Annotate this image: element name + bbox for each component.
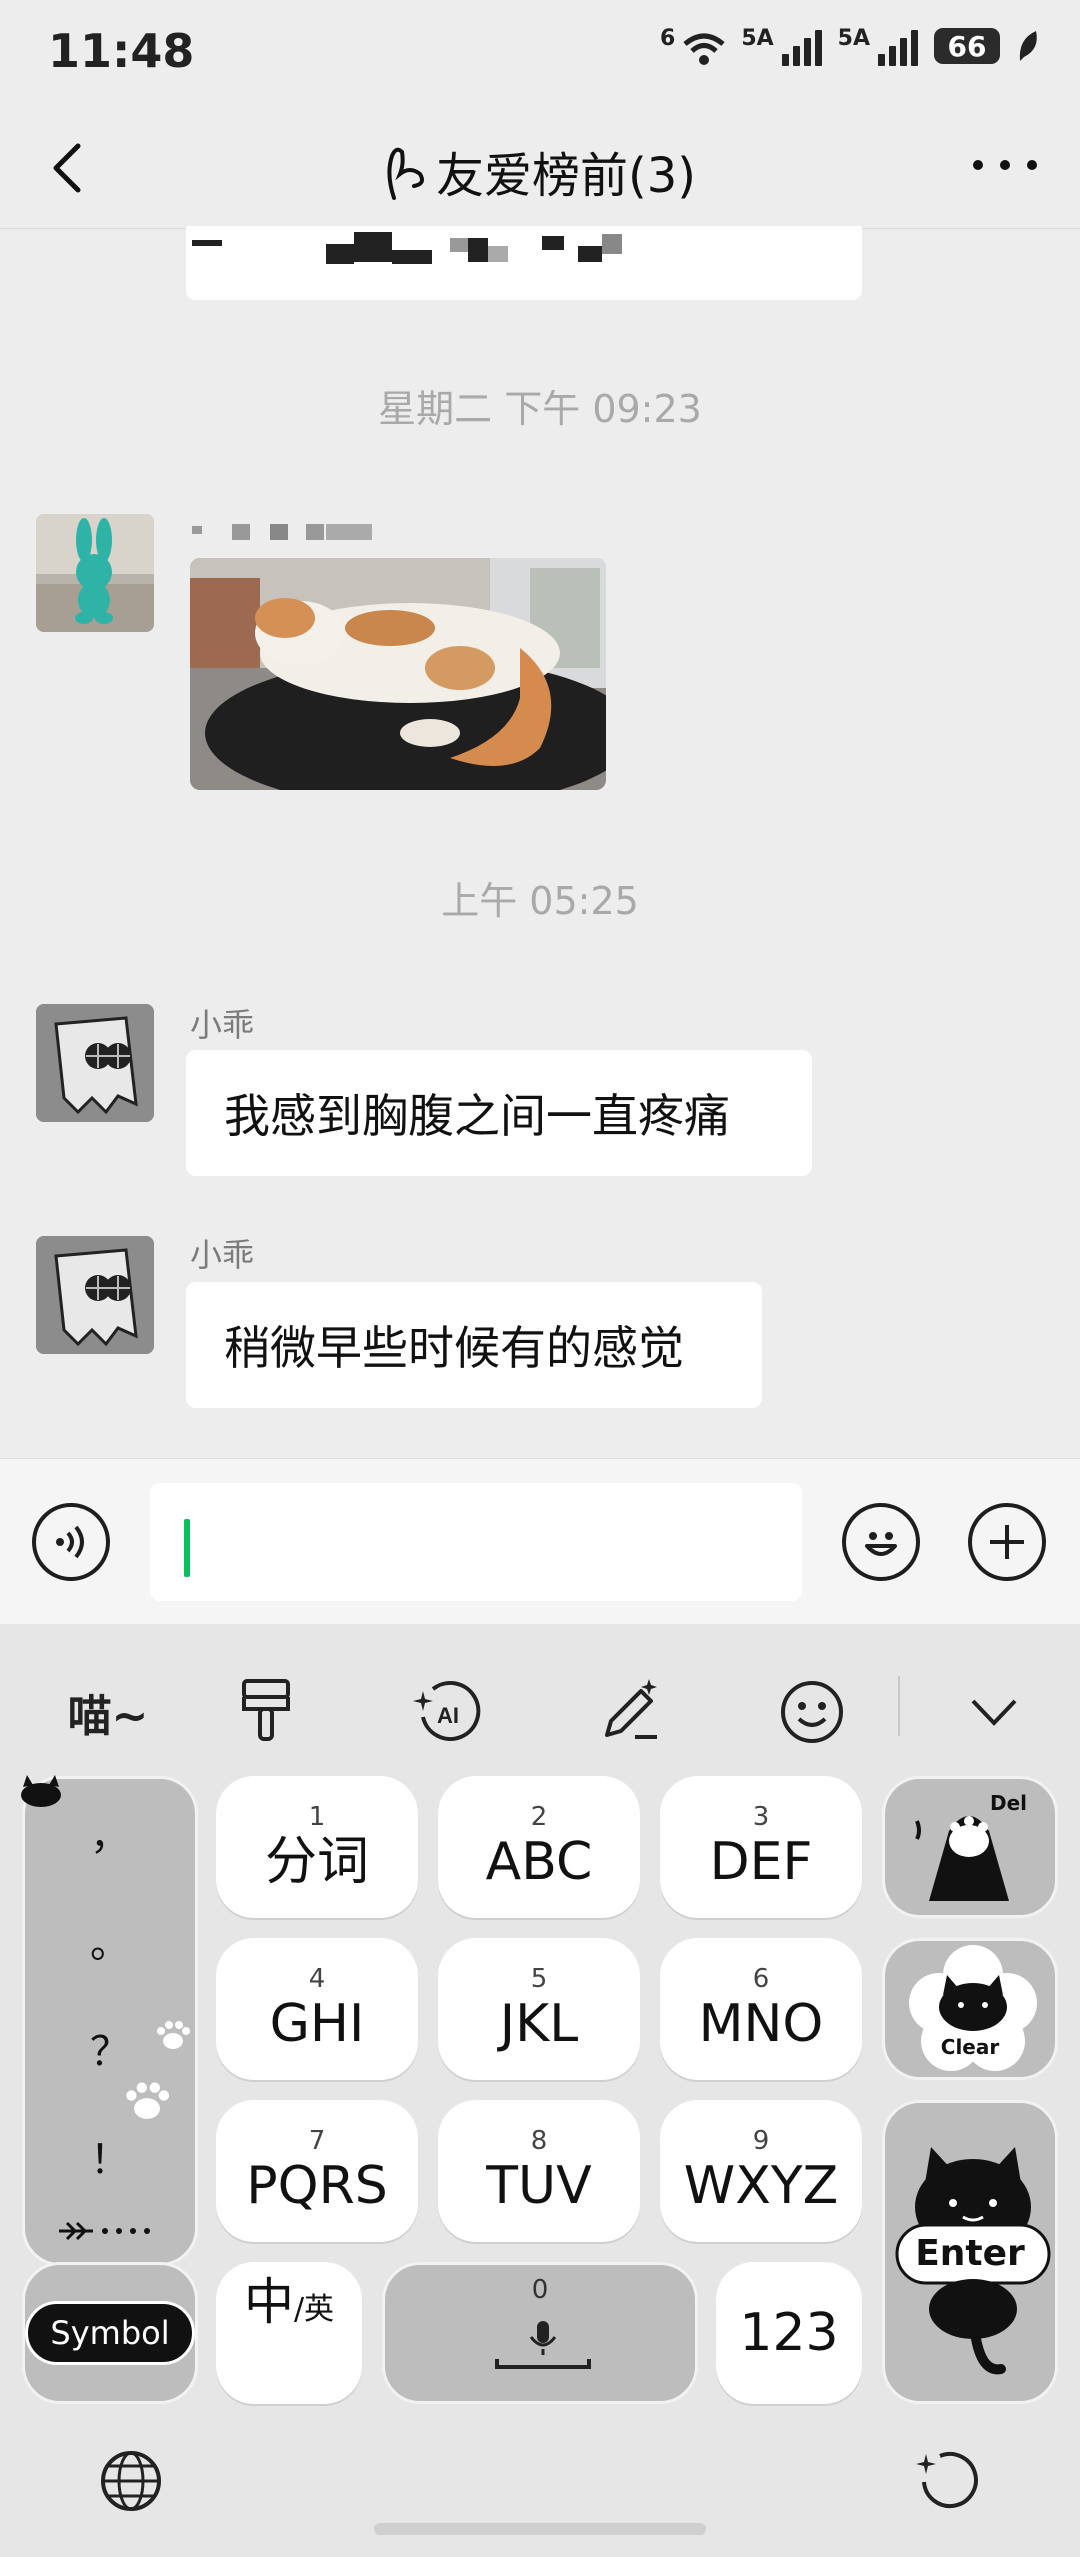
punctuation-column[interactable]: ， 。 ？ ！ xyxy=(21,1775,198,2266)
cat-photo[interactable] xyxy=(190,558,606,790)
wifi-icon: 6 xyxy=(660,26,725,66)
space-key[interactable]: 0 xyxy=(382,2262,698,2404)
chat-header: 友爱榜前(3) xyxy=(0,110,1080,229)
keyboard: 喵~ AI ， 。 ？ ！ 1 分词 2 ABC 3 DEF 4 GHI 5 JKL 6M… xyxy=(0,1624,1080,2557)
previous-message-bubble[interactable] xyxy=(186,226,862,300)
symbol-key[interactable]: Symbol xyxy=(22,2262,198,2404)
pen-sparkle-icon xyxy=(605,1679,657,1739)
delete-key[interactable]: Del xyxy=(882,1776,1058,1918)
plus-icon xyxy=(990,1525,1024,1559)
ai-icon: AI xyxy=(413,1681,481,1741)
key-3[interactable]: 3 DEF xyxy=(660,1776,862,1918)
svg-text:AI: AI xyxy=(437,1703,459,1728)
avatar[interactable] xyxy=(36,1004,154,1122)
message-input[interactable] xyxy=(150,1483,802,1601)
punct-period[interactable]: 。 xyxy=(25,1911,195,1969)
home-indicator[interactable] xyxy=(374,2523,706,2535)
pen-toolbar-button[interactable] xyxy=(582,1664,678,1760)
ai-toolbar-button[interactable]: AI xyxy=(400,1664,496,1760)
globe-icon[interactable] xyxy=(98,2448,164,2514)
sender-name: 小乖 xyxy=(190,1236,255,1274)
smile-icon xyxy=(781,1681,843,1743)
more-functions-button[interactable] xyxy=(968,1503,1046,1581)
cell-signal-icon-2: 5A xyxy=(838,26,918,66)
smiley-icon xyxy=(865,1532,897,1556)
cat-paw-icon xyxy=(915,1816,1009,1901)
key-5[interactable]: 5 JKL xyxy=(438,1938,640,2080)
refresh-sparkle-icon[interactable] xyxy=(916,2448,982,2514)
cell-signal-icon: 5A xyxy=(741,26,822,66)
cat-silhouette-icon xyxy=(21,1775,61,1807)
chat-timestamp: 上午 05:25 xyxy=(441,879,639,923)
message-bubble[interactable]: 稍微早些时候有的感觉 xyxy=(186,1282,762,1408)
numeric-key[interactable]: 123 xyxy=(716,2262,862,2404)
key-1[interactable]: 1 分词 xyxy=(216,1776,418,1918)
emoji-button[interactable] xyxy=(842,1503,920,1581)
punct-comma[interactable]: ， xyxy=(25,1803,195,1861)
chat-title: 友爱榜前(3) xyxy=(0,136,1080,206)
brush-toolbar-button[interactable] xyxy=(218,1664,314,1760)
paw-print-icon xyxy=(157,2021,190,2049)
key-8[interactable]: 8 TUV xyxy=(438,2100,640,2242)
rabbit-figure-icon xyxy=(36,514,154,632)
microphone-icon xyxy=(495,2321,591,2369)
chevron-down-icon xyxy=(971,1699,1017,1726)
brush-icon xyxy=(242,1679,290,1741)
voice-icon xyxy=(56,1525,84,1559)
key-9[interactable]: 9 WXYZ xyxy=(660,2100,862,2242)
paper-bag-head-icon xyxy=(36,1004,154,1122)
cat-image xyxy=(190,558,606,790)
input-bar xyxy=(0,1458,1080,1625)
clear-key[interactable]: Clear xyxy=(882,1938,1058,2080)
key-7[interactable]: 7 PQRS xyxy=(216,2100,418,2242)
fishbone-icon xyxy=(59,2221,150,2241)
key-2[interactable]: 2 ABC xyxy=(438,1776,640,1918)
message-bubble[interactable]: 我感到胸腹之间一直疼痛 xyxy=(186,1050,812,1176)
sender-name-redacted xyxy=(192,522,382,542)
paper-bag-head-icon xyxy=(36,1236,154,1354)
key-6[interactable]: 6 MNO xyxy=(660,1938,862,2080)
sender-name: 小乖 xyxy=(190,1006,255,1044)
meow-toolbar-button[interactable]: 喵~ xyxy=(60,1664,156,1760)
status-time: 11:48 xyxy=(48,24,195,78)
key-4[interactable]: 4 GHI xyxy=(216,1938,418,2080)
title-emoji-icon xyxy=(387,147,424,200)
battery-indicator: 66 xyxy=(934,28,1000,64)
punct-exclaim[interactable]: ！ xyxy=(25,2127,195,2185)
status-icons: 6 5A 5A 66 xyxy=(660,26,1040,66)
paw-print-icon xyxy=(126,2082,170,2119)
chat-timestamp: 星期二 下午 09:23 xyxy=(378,387,702,431)
avatar[interactable] xyxy=(36,1236,154,1354)
text-caret xyxy=(184,1519,190,1577)
avatar[interactable] xyxy=(36,514,154,632)
collapse-keyboard-button[interactable] xyxy=(946,1664,1042,1760)
toolbar-divider xyxy=(898,1676,900,1736)
emoji-toolbar-button[interactable] xyxy=(764,1664,860,1760)
leaf-icon xyxy=(1019,31,1037,61)
more-options-icon[interactable] xyxy=(970,150,1040,180)
enter-key[interactable]: Enter xyxy=(882,2100,1058,2404)
voice-button[interactable] xyxy=(32,1503,110,1581)
language-switch-key[interactable]: 中/英 xyxy=(216,2262,362,2404)
